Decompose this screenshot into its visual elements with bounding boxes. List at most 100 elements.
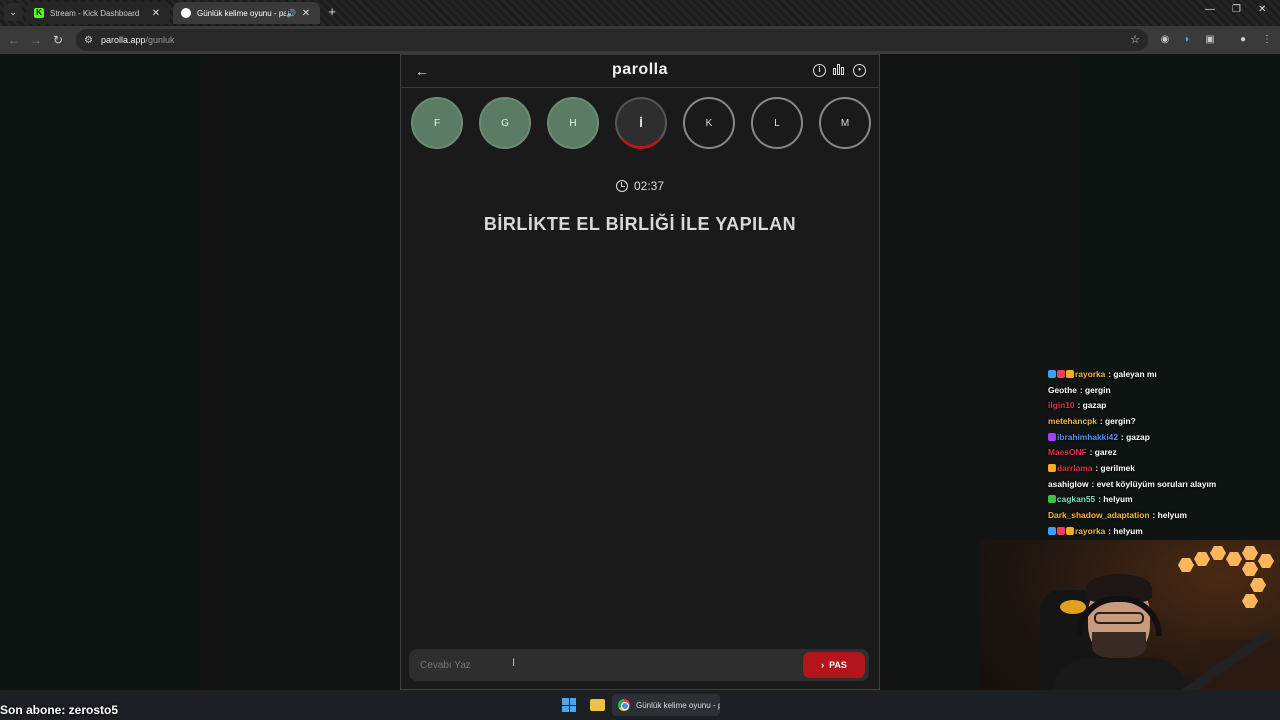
stream-chat-overlay: rayorka: galeyan mı Geothe: gergin ilgin10… <box>1048 366 1280 539</box>
extension-icon[interactable]: ◉ <box>1158 33 1172 47</box>
windows-start-icon[interactable] <box>562 698 576 712</box>
timer-value: 02:37 <box>633 179 665 193</box>
pass-label: PAS <box>829 660 847 670</box>
clock-icon <box>615 180 628 192</box>
chat-message: darrlama: gerilmek <box>1048 460 1280 476</box>
game-card: ← parolla i • F G H İ K L M 02:37 BİRLİK… <box>400 54 880 690</box>
chat-username[interactable]: Geothe <box>1048 385 1077 395</box>
taskbar-chrome-window[interactable]: Günlük kelime oyunu - parolla <box>612 694 720 716</box>
maximize-icon[interactable]: ❐ <box>1232 4 1241 15</box>
chat-text: : evet köylüyüm soruları alayım <box>1091 478 1217 489</box>
letter-circle: F <box>411 97 463 149</box>
answer-bar: I › PAS <box>409 649 869 681</box>
chat-badge-icon <box>1057 526 1065 535</box>
pass-button[interactable]: › PAS <box>803 652 865 678</box>
address-bar[interactable]: ⚙ parolla.app/gunluk ☆ <box>76 29 1148 51</box>
last-subscriber-label: Son abone: zerosto5 <box>0 703 119 717</box>
letter-circle: H <box>547 97 599 149</box>
chat-badge-icon <box>1066 526 1074 535</box>
chat-username[interactable]: asahiglow <box>1048 479 1089 489</box>
close-icon[interactable]: ✕ <box>150 8 162 19</box>
chat-username[interactable]: rayorka <box>1075 526 1105 536</box>
tab-strip: ⌄ K Stream - Kick Dashboard ✕ Günlük kel… <box>0 0 1280 26</box>
file-explorer-icon[interactable] <box>590 699 605 711</box>
close-window-icon[interactable]: ✕ <box>1258 4 1266 15</box>
close-icon[interactable]: ✕ <box>300 8 312 19</box>
chat-username[interactable]: Dark_shadow_adaptation <box>1048 510 1149 520</box>
chat-badge-icon <box>1048 526 1056 535</box>
info-icon[interactable]: i <box>813 64 826 77</box>
back-icon[interactable]: ← <box>7 33 21 47</box>
taskbar-window-title: Günlük kelime oyunu - parolla <box>636 700 720 710</box>
game-header: ← parolla i • <box>401 55 879 88</box>
speaker-icon[interactable]: 🔊 <box>286 9 296 18</box>
chat-badge-icon <box>1048 369 1056 378</box>
chat-message: Geothe: gergin <box>1048 382 1280 398</box>
letter-circle: G <box>479 97 531 149</box>
chat-username[interactable]: ibrahimhakki42 <box>1057 432 1118 442</box>
letter-circle: L <box>751 97 803 149</box>
url-path: /gunluk <box>145 35 175 45</box>
chat-username[interactable]: MaesONF <box>1048 447 1087 457</box>
chat-badge-icon <box>1048 495 1056 504</box>
chat-text: : helyum <box>1108 525 1143 536</box>
tab-search-button[interactable]: ⌄ <box>4 3 22 21</box>
extension-icon[interactable]: ◗ <box>1180 33 1194 47</box>
tab-title: Günlük kelime oyunu - parolla <box>197 8 287 18</box>
chat-text: : garez <box>1089 447 1117 458</box>
chat-username[interactable]: cagkan55 <box>1057 494 1095 504</box>
reload-icon[interactable]: ↻ <box>51 33 65 47</box>
chat-badge-icon <box>1048 463 1056 472</box>
answer-input[interactable] <box>409 649 799 681</box>
chat-text: : gazap <box>1077 400 1107 411</box>
chat-message: rayorka: galeyan mı <box>1048 366 1280 382</box>
chat-username[interactable]: metehancpk <box>1048 416 1097 426</box>
profile-avatar-icon[interactable]: ● <box>1236 33 1250 47</box>
letter-progress: F G H İ K L M <box>411 97 871 149</box>
site-info-icon[interactable]: ⚙ <box>84 35 93 46</box>
chat-text: : gergin <box>1079 384 1111 395</box>
letter-circle: K <box>683 97 735 149</box>
chat-text: : galeyan mı <box>1108 368 1157 379</box>
chat-message: ilgin10: gazap <box>1048 397 1280 413</box>
chrome-icon <box>618 699 630 711</box>
letter-circle: M <box>819 97 871 149</box>
tab-parolla[interactable]: Günlük kelime oyunu - parolla 🔊 ✕ <box>173 2 320 24</box>
chat-message: Dark_shadow_adaptation: helyum <box>1048 507 1280 523</box>
tab-title: Stream - Kick Dashboard <box>50 8 140 18</box>
text-cursor-icon: I <box>512 657 516 669</box>
chat-badge-icon <box>1057 369 1065 378</box>
extensions-puzzle-icon[interactable]: ▣ <box>1203 33 1217 47</box>
chat-text: : gergin? <box>1099 415 1136 426</box>
chat-message: cagkan55: helyum <box>1048 492 1280 508</box>
chat-message: rayorka: helyum <box>1048 523 1280 539</box>
menu-kebab-icon[interactable]: ⋮ <box>1260 33 1274 47</box>
chat-username[interactable]: rayorka <box>1075 369 1105 379</box>
chat-message: asahiglow: evet köylüyüm soruları alayım <box>1048 476 1280 492</box>
bookmark-star-icon[interactable]: ☆ <box>1130 33 1140 46</box>
chevron-right-icon: › <box>821 660 825 670</box>
chat-message: MaesONF: garez <box>1048 444 1280 460</box>
question-text: BİRLİKTE EL BİRLİĞİ İLE YAPILAN <box>483 214 797 234</box>
chat-username[interactable]: ilgin10 <box>1048 400 1075 410</box>
timer: 02:37 <box>401 179 879 193</box>
parolla-icon <box>181 8 191 18</box>
profile-icon[interactable]: • <box>853 64 866 77</box>
chat-text: : helyum <box>1098 494 1133 505</box>
minimize-icon[interactable]: — <box>1205 4 1215 15</box>
url-host: parolla.app <box>100 35 146 45</box>
chat-text: : gerilmek <box>1095 462 1135 473</box>
new-tab-button[interactable]: + <box>324 4 340 20</box>
chat-username[interactable]: darrlama <box>1057 463 1092 473</box>
chat-message: metehancpk: gergin? <box>1048 413 1280 429</box>
tab-kick-dashboard[interactable]: K Stream - Kick Dashboard ✕ <box>26 2 170 24</box>
kick-icon: K <box>34 8 44 18</box>
forward-icon[interactable]: → <box>29 33 43 47</box>
chat-badge-icon <box>1066 369 1074 378</box>
chat-text: : helyum <box>1152 510 1187 521</box>
browser-toolbar: ← → ↻ ⚙ parolla.app/gunluk ☆ ◉ ◗ ▣ ● ⋮ <box>0 26 1280 54</box>
chat-badge-icon <box>1048 432 1056 441</box>
letter-circle-active: İ <box>615 97 667 149</box>
stats-chart-icon[interactable] <box>833 64 846 77</box>
chat-message: ibrahimhakki42: gazap <box>1048 429 1280 445</box>
